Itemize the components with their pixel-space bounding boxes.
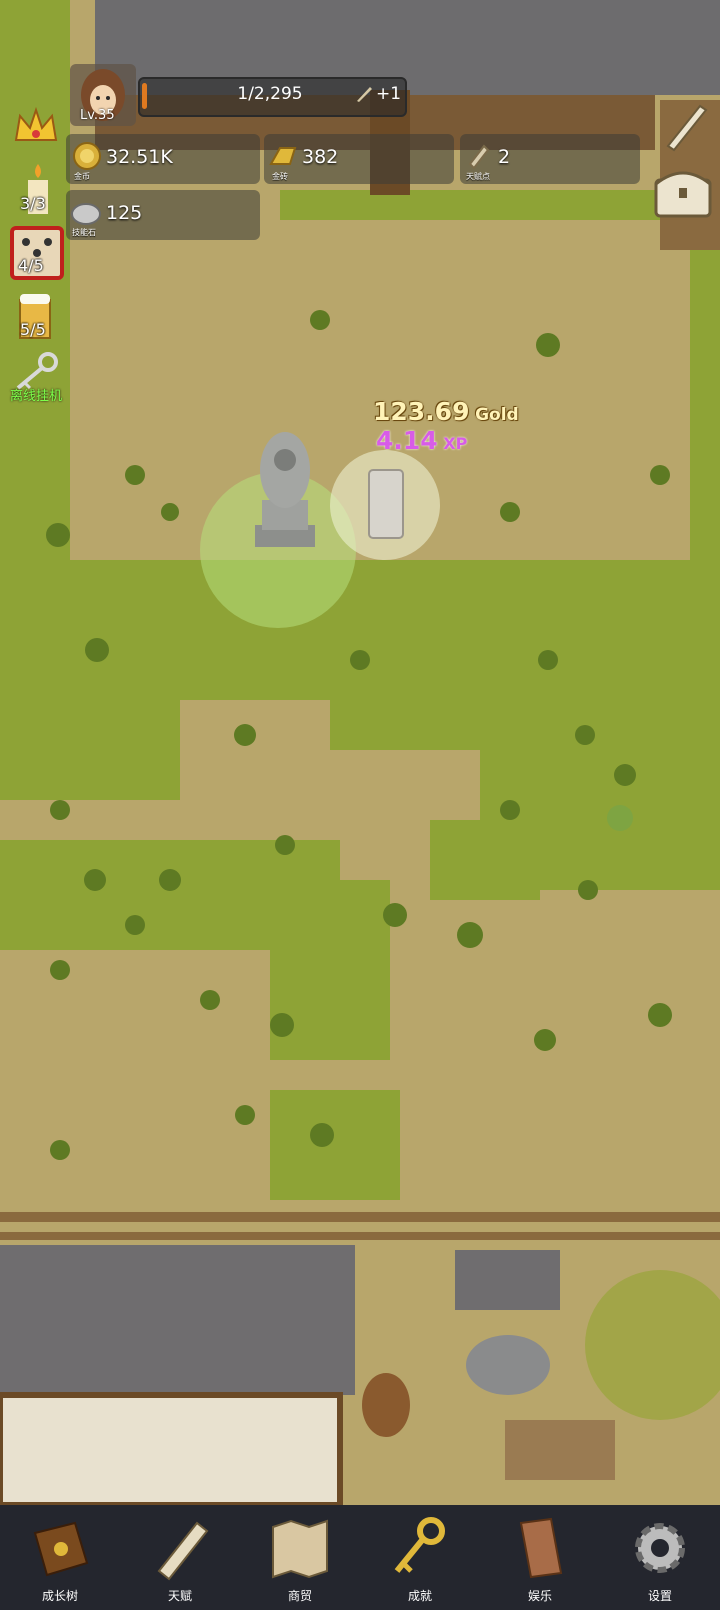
gold-coin-icon: [72, 141, 102, 171]
skill-stone-counter: 125 技能石: [66, 190, 260, 240]
well-roof: [455, 1250, 560, 1310]
crown-icon[interactable]: [12, 104, 60, 150]
afk-button[interactable]: 离线挂机: [8, 352, 70, 406]
sword-icon[interactable]: [660, 98, 710, 153]
gold-reward-unit: Gold: [475, 405, 519, 425]
gravestone: [368, 469, 404, 539]
gold-value: 32.51K: [106, 146, 173, 168]
nav-label-settings: 设置: [647, 1589, 672, 1603]
skill-stone-value: 125: [106, 202, 143, 224]
treasure-chest-icon[interactable]: [652, 162, 714, 222]
candle-button[interactable]: 3/3: [14, 160, 62, 218]
nav-label-trade: 商贸: [287, 1589, 312, 1603]
nav-label-talent: 天赋: [167, 1589, 192, 1603]
gold-caption: 金币: [74, 172, 90, 181]
nav-trade[interactable]: 商贸: [240, 1505, 360, 1610]
xp-bonus: +1: [376, 84, 402, 104]
talent-points-value: 2: [498, 146, 511, 168]
gear-icon: [635, 1523, 685, 1573]
skill-stone-caption: 技能石: [72, 228, 96, 237]
nav-settings[interactable]: 设置: [600, 1505, 720, 1610]
gold-counter: 32.51K 金币: [66, 134, 260, 184]
nav-label-entertainment: 娱乐: [527, 1589, 552, 1603]
stone-icon: [70, 200, 102, 226]
gold-bar-value: 382: [302, 146, 339, 168]
nav-achievement[interactable]: 成就: [360, 1505, 480, 1610]
talent-points-counter: 2 天赋点: [460, 134, 640, 184]
xp-reward-popup: 4.14 XP: [376, 426, 467, 455]
book-icon: [33, 1521, 89, 1577]
bottom-navigation: 成长树 天赋 商贸 成就 娱乐 设置: [0, 1505, 720, 1610]
dice-count: 4/5: [18, 256, 44, 275]
xp-reward-value: 4.14: [376, 426, 438, 455]
nav-label-achievement: 成就: [407, 1589, 432, 1603]
parchment-icon: [519, 1517, 563, 1579]
quill-icon: [354, 84, 374, 104]
key-icon: [394, 1517, 445, 1573]
barrel: [362, 1373, 410, 1437]
scroll-icon: [464, 142, 492, 170]
gold-brick-icon: [268, 142, 298, 170]
scroll-icon: [157, 1521, 209, 1581]
xp-reward-unit: XP: [443, 434, 468, 453]
player-avatar[interactable]: Lv.35: [68, 62, 138, 128]
dice-button[interactable]: 4/5: [10, 226, 64, 282]
afk-label: 离线挂机: [10, 389, 63, 404]
nav-growth-tree[interactable]: 成长树: [0, 1505, 120, 1610]
xp-bar: 1/2,295 +1: [138, 77, 407, 117]
beer-button[interactable]: 5/5: [12, 290, 62, 344]
talent-points-caption: 天赋点: [466, 172, 490, 181]
gold-reward-popup: 123.69 Gold: [373, 397, 519, 426]
gold-bar-counter: 382 金砖: [264, 134, 454, 184]
player-level: Lv.35: [80, 108, 115, 123]
nav-label-growth-tree: 成长树: [41, 1589, 78, 1603]
beer-count: 5/5: [20, 320, 46, 339]
bottom-roof: [0, 1245, 355, 1395]
cart: [505, 1420, 615, 1480]
nav-entertainment[interactable]: 娱乐: [480, 1505, 600, 1610]
nav-talent[interactable]: 天赋: [120, 1505, 240, 1610]
map-icon: [272, 1519, 328, 1579]
candle-count: 3/3: [20, 194, 46, 213]
gold-reward-value: 123.69: [373, 397, 470, 426]
gold-bar-caption: 金砖: [272, 172, 288, 181]
